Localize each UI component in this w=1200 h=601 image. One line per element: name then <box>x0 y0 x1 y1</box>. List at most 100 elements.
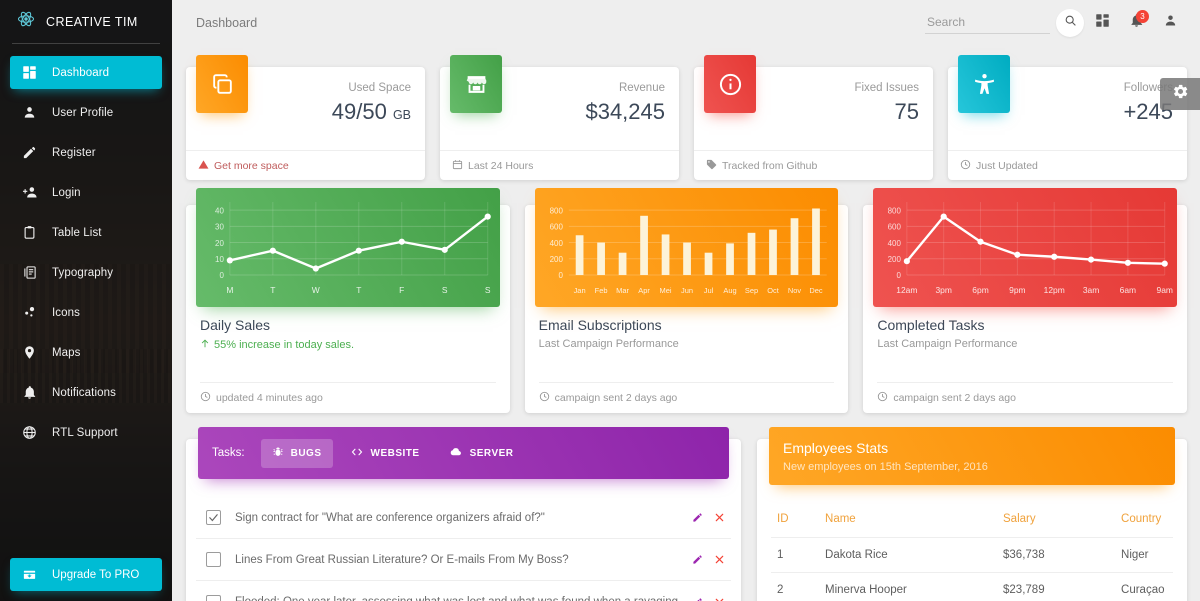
task-row: Sign contract for "What are conference o… <box>196 497 732 539</box>
svg-text:M: M <box>226 285 233 295</box>
svg-text:400: 400 <box>888 239 902 248</box>
globe-icon <box>21 424 38 441</box>
task-edit-button[interactable] <box>692 512 703 523</box>
sidebar-item-dashboard[interactable]: Dashboard <box>10 56 162 89</box>
chart-subtitle: Last Campaign Performance <box>539 338 835 350</box>
unarchive-icon <box>21 566 38 583</box>
stat-footer-text: Tracked from Github <box>722 159 818 172</box>
sidebar-item-typography[interactable]: Typography <box>10 256 162 289</box>
chart-subtitle-text: Last Campaign Performance <box>877 338 1018 350</box>
notifications-button[interactable]: 3 <box>1120 7 1152 39</box>
user-profile-button[interactable] <box>1154 7 1186 39</box>
task-checkbox[interactable] <box>206 552 221 567</box>
stat-card-used-space: Used Space 49/50 GB Get more space <box>186 55 425 180</box>
task-checkbox[interactable] <box>206 510 221 525</box>
sidebar-item-maps[interactable]: Maps <box>10 336 162 369</box>
svg-text:600: 600 <box>888 223 902 232</box>
sidebar-item-label: Notifications <box>52 386 116 399</box>
chart-footer-text: campaign sent 2 days ago <box>554 392 678 404</box>
sidebar-item-label: Dashboard <box>52 66 110 79</box>
sidebar-item-register[interactable]: Register <box>10 136 162 169</box>
stat-footer-text: Last 24 Hours <box>468 159 534 172</box>
brand[interactable]: CREATIVE TIM <box>0 0 172 43</box>
accessibility-icon <box>958 55 1010 113</box>
chart-plot-line: 0 200 400 600 800 12am 3pm 6pm 9pm 12pm 3am 6am 9am <box>873 188 1178 307</box>
dashboard-grid-button[interactable] <box>1086 7 1118 39</box>
chart-subtitle: 55% increase in today sales. <box>200 338 496 352</box>
svg-text:Mar: Mar <box>616 286 629 295</box>
chart-subtitle-text: 55% increase in today sales. <box>214 339 355 351</box>
stat-card-followers: Followers +245 Just Updated <box>948 55 1187 180</box>
employees-table-row: 2 Minerva Hooper $23,789 Curaçao <box>771 572 1173 601</box>
svg-text:3am: 3am <box>1083 285 1099 295</box>
search-input[interactable] <box>925 11 1050 34</box>
store-icon <box>450 55 502 113</box>
employee-id: 2 <box>771 572 820 601</box>
task-tab-bugs[interactable]: BUGS <box>260 438 333 468</box>
stat-unit: GB <box>392 108 411 122</box>
employees-col-country: Country <box>1115 503 1173 538</box>
task-edit-button[interactable] <box>692 597 703 601</box>
employees-panel-header: Employees Stats New employees on 15th Se… <box>769 427 1175 485</box>
svg-text:9am: 9am <box>1157 285 1173 295</box>
task-text: Flooded: One year later, assessing what … <box>235 596 678 601</box>
sidebar-item-notifications[interactable]: Notifications <box>10 376 162 409</box>
task-edit-button[interactable] <box>692 554 703 565</box>
svg-text:Oct: Oct <box>767 286 780 295</box>
svg-text:Jun: Jun <box>681 286 693 295</box>
sidebar-item-login[interactable]: Login <box>10 176 162 209</box>
stat-footer: Last 24 Hours <box>440 150 679 180</box>
employees-table-body: 1 Dakota Rice $36,738 Niger 2 Minerva Hooper $… <box>771 537 1173 601</box>
sidebar-item-rtl-support[interactable]: RTL Support <box>10 416 162 449</box>
task-row: Flooded: One year later, assessing what … <box>196 581 731 601</box>
chart-title: Daily Sales <box>200 317 271 333</box>
sidebar-item-table-list[interactable]: Table List <box>10 216 162 249</box>
code-icon <box>350 446 364 461</box>
breadcrumb[interactable]: Dashboard <box>196 16 257 30</box>
task-tabs: BUGS WEBSITE SERVER <box>260 438 525 468</box>
task-text: Sign contract for "What are conference o… <box>235 511 545 524</box>
svg-text:Dec: Dec <box>809 286 823 295</box>
task-delete-button[interactable] <box>714 512 725 523</box>
calendar-icon <box>452 159 463 173</box>
sidebar-item-user-profile[interactable]: User Profile <box>10 96 162 129</box>
svg-text:6pm: 6pm <box>973 285 989 295</box>
upgrade-to-pro-button[interactable]: Upgrade To PRO <box>10 558 162 591</box>
search-button[interactable] <box>1056 8 1084 37</box>
task-checkbox[interactable] <box>206 594 221 601</box>
stat-footer[interactable]: Get more space <box>186 150 425 180</box>
svg-text:40: 40 <box>215 206 224 215</box>
sidebar-item-label: User Profile <box>52 106 114 119</box>
svg-text:200: 200 <box>549 255 563 264</box>
employee-id: 1 <box>771 537 820 573</box>
search-box <box>925 8 1084 37</box>
task-tab-server[interactable]: SERVER <box>437 439 525 468</box>
employee-salary: $36,738 <box>997 537 1116 573</box>
svg-text:Nov: Nov <box>788 286 802 295</box>
task-delete-button[interactable] <box>714 597 725 601</box>
person-add-icon <box>21 184 38 201</box>
copy-icon <box>196 55 248 113</box>
task-delete-button[interactable] <box>714 554 725 565</box>
topbar: Dashboard Search 3 <box>172 0 1200 45</box>
clipboard-icon <box>21 224 38 241</box>
employees-table: ID Name Salary Country 1 Dakota Rice $36,738 N… <box>771 503 1173 601</box>
svg-text:Mei: Mei <box>659 286 671 295</box>
chart-title: Completed Tasks <box>877 317 985 333</box>
settings-fab-button[interactable] <box>1160 78 1200 110</box>
pencil-icon <box>21 144 38 161</box>
employees-col-salary: Salary <box>997 503 1116 538</box>
task-tab-label: SERVER <box>469 447 514 459</box>
dashboard-page: CREATIVE TIM Dashboard User Profile Regist… <box>0 0 1200 601</box>
chart-plot-line: 0 10 20 30 40 M T W T F S S <box>196 188 500 307</box>
chart-subtitle-text: Last Campaign Performance <box>538 338 679 350</box>
sidebar-item-icons[interactable]: Icons <box>10 296 162 329</box>
main-area: Dashboard Search 3 Used Space 49/50 GB G… <box>172 0 1200 601</box>
stat-number: 49/50 <box>331 99 387 124</box>
employees-panel: Employees Stats New employees on 15th Se… <box>757 427 1187 601</box>
chart-footer: campaign sent 2 days ago <box>538 382 835 413</box>
employee-country: Niger <box>1115 537 1173 573</box>
employees-table-row: 1 Dakota Rice $36,738 Niger <box>771 537 1173 573</box>
task-tab-website[interactable]: WEBSITE <box>339 439 431 468</box>
info-icon <box>704 55 756 113</box>
